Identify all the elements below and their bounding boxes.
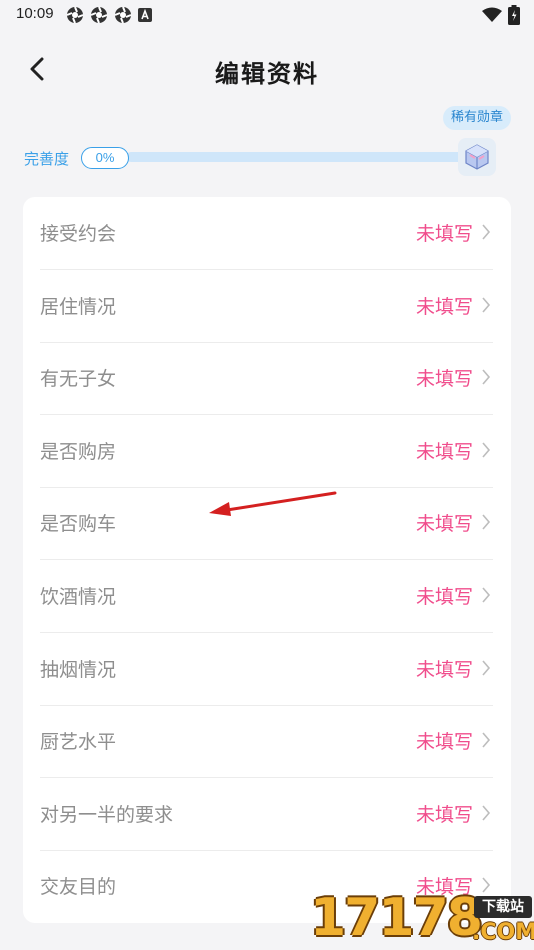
battery-icon	[508, 5, 520, 25]
list-item-value: 未填写	[415, 513, 473, 536]
list-item[interactable]: 有无子女 未填写	[40, 342, 493, 416]
list-item-value: 未填写	[415, 368, 473, 391]
status-bar: 10:09	[0, 0, 534, 30]
list-item-label: 是否购车	[40, 513, 117, 536]
watermark-domain: .COM	[472, 920, 534, 945]
list-item-value: 未填写	[415, 803, 473, 826]
list-item-value: 未填写	[415, 586, 473, 608]
list-item-label: 交友目的	[40, 876, 117, 899]
chevron-right-icon	[482, 660, 491, 676]
chevron-right-icon	[482, 732, 491, 748]
a-box-icon	[138, 8, 152, 22]
list-item[interactable]: 居住情况 未填写	[40, 270, 493, 343]
rare-badge-button[interactable]	[458, 138, 496, 176]
chevron-right-icon	[482, 224, 491, 240]
list-item-value: 未填写	[415, 223, 473, 245]
completeness-label: 完善度	[24, 150, 70, 168]
list-item[interactable]: 是否购房 未填写	[40, 415, 493, 488]
chevron-right-icon	[482, 297, 491, 313]
watermark-tag: 下载站	[474, 896, 532, 918]
list-item-label: 接受约会	[40, 223, 117, 245]
list-item[interactable]: 抽烟情况 未填写	[40, 633, 493, 706]
list-item[interactable]: 饮酒情况 未填写	[40, 560, 493, 633]
list-item-label: 厨艺水平	[40, 731, 117, 754]
list-item-value: 未填写	[415, 440, 473, 463]
completeness-percent: 0%	[81, 147, 129, 169]
list-item-label: 是否购房	[40, 440, 117, 463]
completeness-section: 完善度 0% 稀有勋章	[0, 104, 534, 184]
list-item-value: 未填写	[415, 731, 473, 754]
status-time: 10:09	[16, 5, 54, 22]
profile-details-list: 接受约会 未填写 居住情况 未填写 有无子女 未填写 是否购房 未填写 是否购车 未填写 饮酒情况未…	[23, 197, 511, 923]
list-item-label: 饮酒情况	[40, 586, 117, 608]
annotation-arrow-icon	[209, 491, 337, 516]
list-item[interactable]: 厨艺水平 未填写	[40, 705, 493, 779]
wifi-icon	[482, 7, 502, 22]
chevron-right-icon	[482, 805, 491, 821]
aperture-icon	[90, 6, 108, 24]
aperture-icon	[114, 6, 132, 24]
site-watermark: 17178 下载站 .COM	[310, 886, 534, 950]
rare-badge-tag[interactable]: 稀有勋章	[443, 106, 511, 130]
medal-cube-icon	[465, 144, 489, 170]
completeness-progress-bar	[126, 152, 466, 162]
list-item-label: 有无子女	[40, 368, 117, 391]
list-item-label: 对另一半的要求	[40, 803, 174, 826]
aperture-icon	[66, 6, 84, 24]
list-item[interactable]: 对另一半的要求 未填写	[40, 778, 493, 851]
list-item-label: 居住情况	[40, 295, 117, 318]
chevron-right-icon	[482, 442, 491, 458]
chevron-right-icon	[482, 514, 491, 530]
nav-bar: 编辑资料	[0, 40, 534, 100]
chevron-right-icon	[482, 369, 491, 385]
list-item-value: 未填写	[415, 295, 473, 318]
list-item[interactable]: 接受约会 未填写	[40, 197, 493, 270]
page-title: 编辑资料	[215, 60, 319, 88]
status-right	[482, 5, 520, 25]
list-item-value: 未填写	[415, 658, 473, 681]
watermark-digits: 17178	[310, 888, 483, 948]
list-item-label: 抽烟情况	[40, 658, 117, 681]
chevron-right-icon	[482, 587, 491, 603]
status-icons	[66, 6, 152, 24]
